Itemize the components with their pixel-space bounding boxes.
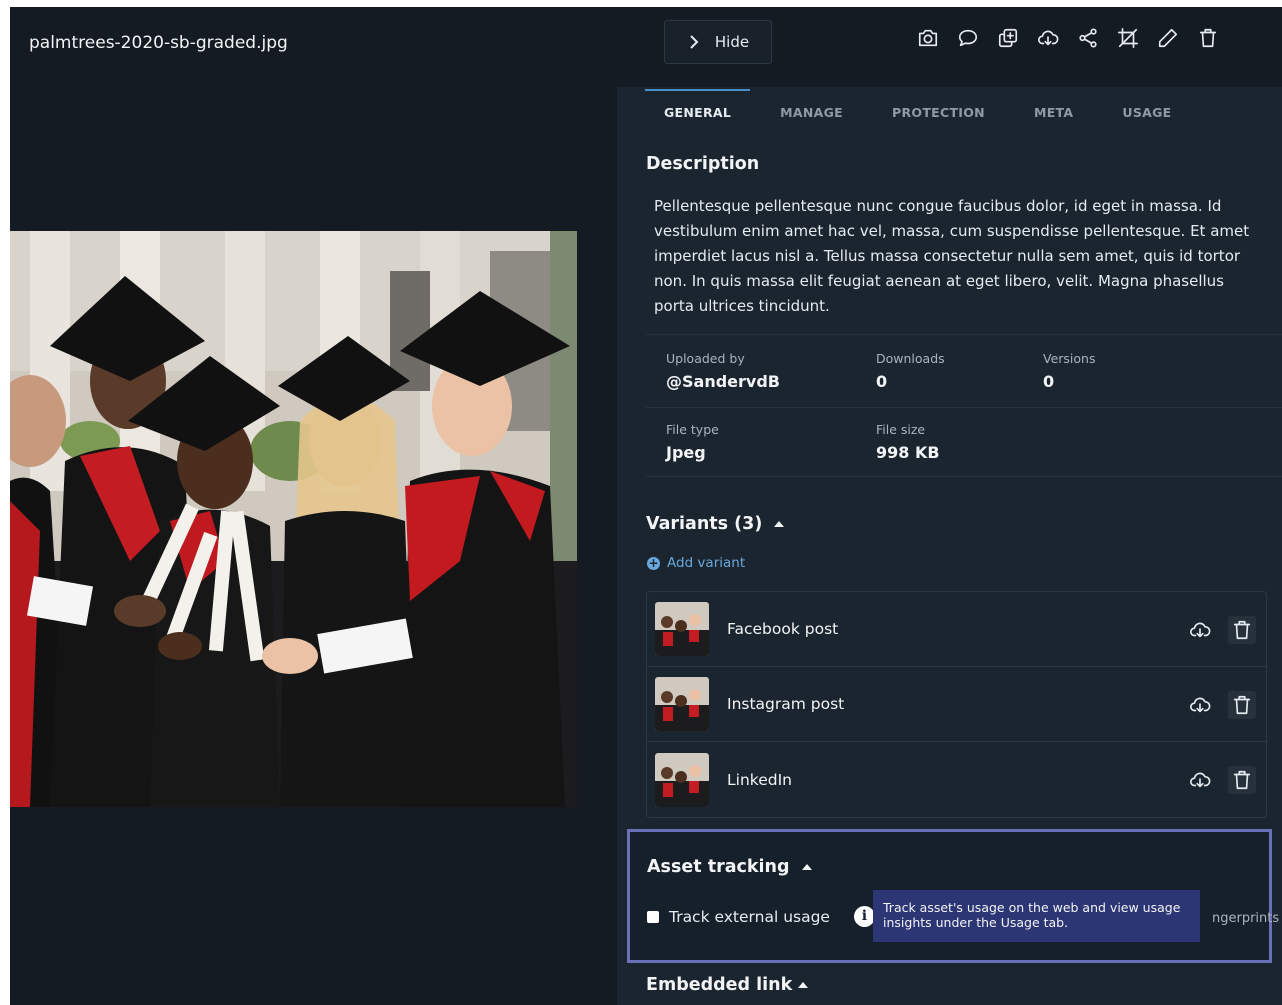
variant-row[interactable]: Facebook post bbox=[647, 592, 1266, 667]
hide-button-label: Hide bbox=[714, 33, 750, 51]
track-external-usage-checkbox[interactable] bbox=[647, 910, 659, 923]
file-name: palmtrees-2020-sb-graded.jpg bbox=[29, 33, 288, 53]
versions-value: 0 bbox=[1043, 372, 1055, 391]
tab-meta[interactable]: META bbox=[1004, 89, 1092, 129]
duplicate-icon[interactable] bbox=[995, 25, 1021, 51]
asset-tracking-toggle[interactable]: Asset tracking bbox=[647, 857, 812, 877]
add-variant-label: Add variant bbox=[667, 555, 746, 571]
chevron-right-icon bbox=[690, 35, 699, 49]
description-text: Pellentesque pellentesque nunc congue fa… bbox=[654, 197, 1250, 315]
uploaded-by-value: @SandervdB bbox=[666, 372, 780, 391]
track-external-usage-row: Track external usage i bbox=[647, 906, 875, 927]
panel-topbar: Hide bbox=[617, 7, 1282, 87]
pencil-icon[interactable] bbox=[1155, 25, 1181, 51]
trash-icon[interactable] bbox=[1195, 25, 1221, 51]
variants-heading: Variants (3) bbox=[646, 514, 763, 534]
caret-up-icon bbox=[801, 864, 812, 870]
embedded-link-heading: Embedded link bbox=[646, 975, 793, 995]
downloads-label: Downloads bbox=[876, 351, 945, 366]
meta-file-type: File type Jpeg bbox=[666, 422, 719, 462]
variant-thumbnail bbox=[655, 677, 709, 731]
downloads-value: 0 bbox=[876, 372, 888, 391]
tracking-tooltip: Track asset's usage on the web and view … bbox=[873, 890, 1200, 942]
embedded-link-toggle[interactable]: Embedded link bbox=[646, 975, 809, 995]
variant-actions bbox=[1186, 616, 1256, 644]
detail-tabs: GENERAL MANAGE PROTECTION META USAGE bbox=[645, 89, 1191, 129]
variant-actions bbox=[1186, 766, 1256, 794]
info-icon[interactable]: i bbox=[853, 906, 875, 927]
meta-versions: Versions 0 bbox=[1043, 351, 1095, 391]
description-heading: Description bbox=[646, 154, 760, 174]
add-variant-link[interactable]: + Add variant bbox=[647, 555, 745, 571]
asset-tracking-heading: Asset tracking bbox=[647, 857, 790, 877]
tab-usage[interactable]: USAGE bbox=[1092, 89, 1190, 129]
file-type-label: File type bbox=[666, 422, 719, 437]
variant-name: LinkedIn bbox=[727, 770, 792, 789]
asset-preview-image[interactable] bbox=[10, 231, 577, 807]
track-external-usage-label: Track external usage bbox=[669, 907, 830, 926]
variant-row[interactable]: Instagram post bbox=[647, 667, 1266, 742]
variant-name: Instagram post bbox=[727, 695, 845, 713]
details-panel: Hide GENERAL MANAGE PROTECTION META USAG… bbox=[617, 7, 1282, 1005]
asset-tracking-section: Asset tracking Track external usage i Tr… bbox=[627, 829, 1279, 963]
camera-icon[interactable] bbox=[915, 25, 941, 51]
file-size-value: 998 KB bbox=[876, 443, 940, 462]
tab-protection[interactable]: PROTECTION bbox=[862, 89, 1004, 129]
share-icon[interactable] bbox=[1075, 25, 1101, 51]
asset-meta-grid: Uploaded by @SandervdB Downloads 0 Versi… bbox=[646, 334, 1282, 477]
variant-actions bbox=[1186, 691, 1256, 719]
trash-icon[interactable] bbox=[1228, 616, 1256, 644]
variant-thumbnail bbox=[655, 602, 709, 656]
preview-pane: palmtrees-2020-sb-graded.jpg bbox=[10, 7, 617, 1005]
hide-panel-button[interactable]: Hide bbox=[664, 20, 772, 64]
tab-general[interactable]: GENERAL bbox=[645, 89, 751, 129]
file-size-label: File size bbox=[876, 422, 926, 437]
asset-toolbar bbox=[915, 25, 1221, 51]
fingerprints-text: ngerprints bbox=[1212, 911, 1280, 926]
caret-up-icon bbox=[798, 982, 809, 988]
cloud-download-icon[interactable] bbox=[1186, 766, 1214, 794]
trash-icon[interactable] bbox=[1228, 691, 1256, 719]
tab-manage[interactable]: MANAGE bbox=[750, 89, 862, 129]
variant-row[interactable]: LinkedIn bbox=[647, 742, 1266, 817]
comment-icon[interactable] bbox=[955, 25, 981, 51]
cloud-download-icon[interactable] bbox=[1186, 691, 1214, 719]
cloud-download-icon[interactable] bbox=[1035, 25, 1061, 51]
crop-icon[interactable] bbox=[1115, 25, 1141, 51]
meta-file-size: File size 998 KB bbox=[876, 422, 940, 462]
meta-downloads: Downloads 0 bbox=[876, 351, 945, 391]
uploaded-by-label: Uploaded by bbox=[666, 351, 745, 366]
variants-toggle[interactable]: Variants (3) bbox=[646, 514, 785, 534]
variant-list: Facebook post Instagram post LinkedIn bbox=[646, 591, 1267, 818]
caret-up-icon bbox=[774, 521, 785, 527]
file-type-value: Jpeg bbox=[666, 443, 706, 462]
variant-name: Facebook post bbox=[727, 620, 839, 638]
cloud-download-icon[interactable] bbox=[1186, 616, 1214, 644]
variant-thumbnail bbox=[655, 752, 709, 807]
meta-uploaded-by: Uploaded by @SandervdB bbox=[666, 351, 780, 391]
meta-divider bbox=[646, 407, 1282, 408]
plus-circle-icon: + bbox=[647, 555, 660, 570]
trash-icon[interactable] bbox=[1228, 766, 1256, 794]
versions-label: Versions bbox=[1043, 351, 1096, 366]
